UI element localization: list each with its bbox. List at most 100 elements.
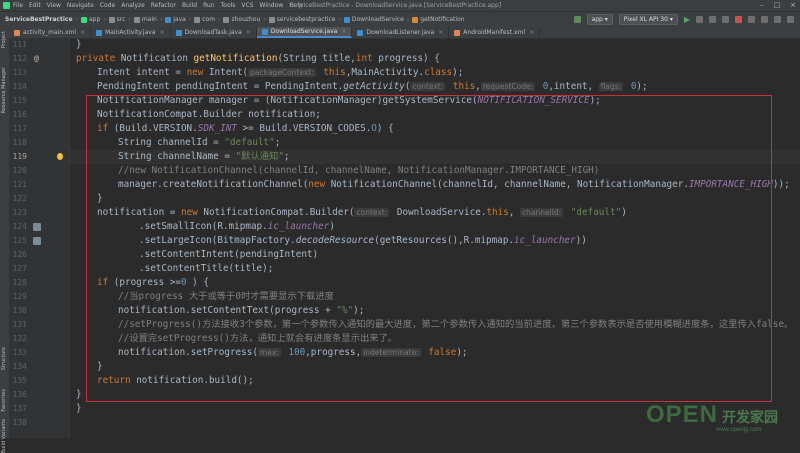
code-token: SDK_INT [197,123,237,134]
tool-window-project[interactable]: Project [1,31,7,48]
close-tab-icon[interactable]: × [341,28,346,35]
profile-icon[interactable] [709,16,716,23]
parameter-hint: context: [354,208,390,217]
override-annotation-icon[interactable]: @ [34,54,39,63]
code-line: } [76,402,82,416]
menu-item-navigate[interactable]: Navigate [67,2,94,9]
folder-icon [194,16,201,23]
menu-item-analyze[interactable]: Analyze [121,2,145,9]
code-line: return notification.build(); [97,374,254,388]
code-line: .setContentIntent(pendingIntent) [139,248,318,262]
breadcrumb-item[interactable]: com [194,16,215,23]
close-tab-icon[interactable]: × [438,29,443,36]
close-button[interactable]: × [790,1,796,9]
breadcrumb-item[interactable]: main [133,16,157,23]
tab-androidmanifest-xml[interactable]: AndroidManifest.xml × [449,27,541,38]
debug-icon[interactable] [696,16,703,23]
menu-item-code[interactable]: Code [100,2,115,9]
tab-label: AndroidManifest.xml [463,29,526,36]
stop-icon[interactable] [735,16,742,23]
menu-item-window[interactable]: Window [260,2,284,9]
menu-item-refactor[interactable]: Refactor [151,2,176,9]
code-token: String channelId = [118,137,225,148]
code-token: "默认通知" [235,151,284,162]
sdk-manager-icon[interactable] [774,16,781,23]
breadcrumb-item[interactable]: DownloadService [343,16,404,23]
breadcrumb-label: java [173,16,186,23]
code-line: PendingIntent pendingIntent = PendingInt… [97,80,648,94]
attach-icon[interactable] [722,16,729,23]
code-token: ) { [376,123,394,134]
breadcrumb-item[interactable]: getNotification [412,16,465,23]
tab-downloadservice-java[interactable]: DownloadService.java × [256,27,353,38]
sync-icon[interactable] [748,16,755,23]
breadcrumb-item[interactable]: java [165,16,186,23]
code-token: .setLargeIcon(BitmapFactory. [139,235,296,246]
code-token: NotificationCompat.Builder notification; [97,109,321,120]
breadcrumb-item[interactable]: app [80,16,100,23]
code-token: //new NotificationChannel(channelId, cha… [118,165,600,176]
close-tab-icon[interactable]: × [160,29,165,36]
tool-window-resource-manager[interactable]: Resource Manager [1,67,7,113]
menu-item-view[interactable]: View [47,2,61,9]
close-tab-icon[interactable]: × [529,29,534,36]
menu-item-edit[interactable]: Edit [29,2,41,9]
line-number: 122 [12,194,27,203]
tab-downloadtask-java[interactable]: DownloadTask.java × [171,27,257,38]
run-config-select[interactable]: app ▾ [586,14,613,25]
menu-item-build[interactable]: Build [182,2,197,9]
code-line: .setContentTitle(title); [139,262,273,276]
code-token: ,MainActivity. [345,67,425,78]
breadcrumb-separator: › [338,16,341,23]
image-resource-icon [33,223,41,231]
code-token: new [186,67,209,78]
tool-window-structure[interactable]: Structure [1,347,7,370]
code-token: progress) { [378,53,440,64]
breadcrumb-separator: › [159,16,163,23]
code-token: new [180,207,204,218]
code-line: .setSmallIcon(R.mipmap.ic_launcher) [139,220,335,234]
code-token: notification.build(); [136,375,254,386]
close-tab-icon[interactable]: × [80,29,85,36]
breadcrumb-item[interactable]: servicebestpractice [268,16,335,23]
code-token: decodeResource [295,235,375,246]
tab-label: MainActivity.java [105,29,156,36]
code-token: (Build.VERSION. [113,123,198,134]
menu-bar: File Edit View Navigate Code Analyze Refactor B… [0,0,800,11]
menu-item-file[interactable]: File [13,2,23,9]
maximize-button[interactable]: □ [774,1,781,9]
breadcrumb-item[interactable]: zhouzhou [223,16,260,23]
search-icon[interactable] [787,16,794,23]
menu-item-tools[interactable]: Tools [221,2,236,9]
code-line: } [97,360,103,374]
line-number: 123 [12,208,27,217]
breadcrumb-item[interactable]: src [108,16,125,23]
device-select[interactable]: Pixel XL API 30 ▾ [618,14,678,25]
menu-item-vcs[interactable]: VCS [241,2,253,9]
menu-item-run[interactable]: Run [203,2,215,9]
tab-mainactivity-java[interactable]: MainActivity.java × [91,27,171,38]
breadcrumb-separator: › [75,16,78,23]
menu-items: File Edit View Navigate Code Analyze Refactor B… [13,2,309,9]
code-line: NotificationManager manager = (Notificat… [97,94,601,108]
code-token: new [308,179,331,190]
parameter-hint: max: [257,348,281,357]
file-icon [96,29,103,36]
code-token: this [486,207,509,218]
code-token: , [508,207,521,218]
line-number: 119 [12,152,27,161]
tool-window-build-variants[interactable]: Build Variants [1,419,7,453]
folder-icon [412,16,419,23]
run-icon[interactable]: ▶ [684,15,690,24]
minimize-button[interactable]: – [760,1,764,9]
code-token: Intent( [208,67,249,78]
intention-bulb-icon[interactable] [57,153,63,160]
hammer-icon[interactable] [573,16,581,23]
tab-downloadlistener-java[interactable]: DownloadListener.java × [352,27,450,38]
breadcrumb-item[interactable]: ServiceBestPractice [5,16,73,23]
watermark-brand: OPEN [646,401,719,428]
close-tab-icon[interactable]: × [246,29,251,36]
avd-manager-icon[interactable] [761,16,768,23]
tab-activity_main-xml[interactable]: activity_main.xml × [9,27,92,38]
tool-window-favorites[interactable]: Favorites [1,389,7,412]
